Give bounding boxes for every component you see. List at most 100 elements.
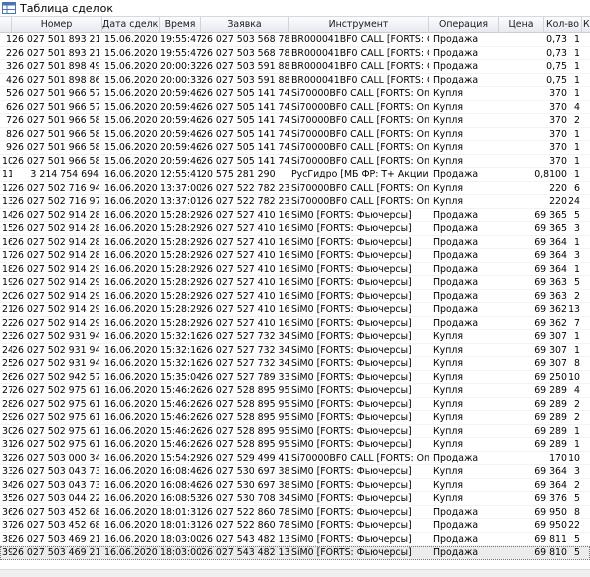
table-row[interactable]: 38 26 027 503 469 213 16.06.2020 18:03:00 26… <box>0 533 590 546</box>
table-row[interactable]: 10 26 027 501 966 589 15.06.2020 20:59:46 26… <box>0 155 590 168</box>
column-header-date[interactable]: Дата сделки <box>102 17 160 33</box>
trade-date-cell: 15.06.2020 <box>104 61 158 72</box>
table-row[interactable]: 3 26 027 501 898 499 15.06.2020 20:00:32 26 … <box>0 60 590 74</box>
instrument-cell: SiM0 [FORTS: Фьючерсы] <box>291 304 412 315</box>
order-number-cell: 26 027 527 410 168 <box>201 290 289 302</box>
table-row[interactable]: 16 26 027 502 914 288 16.06.2020 15:28:29 26… <box>0 236 590 249</box>
trade-time-cell: 15:46:26 <box>160 425 201 437</box>
instrument-cell: РусГидро [МБ ФР: Т+ Акции и Д <box>291 169 429 180</box>
column-header-extra[interactable]: К <box>582 17 590 33</box>
column-header-index[interactable] <box>0 17 12 33</box>
table-row[interactable]: 33 26 027 503 043 731 16.06.2020 16:08:46 26… <box>0 465 590 479</box>
trade-number-cell: 26 027 501 966 584 <box>12 128 99 140</box>
column-header-number[interactable]: Номер <box>12 17 102 33</box>
table-row[interactable]: 35 26 027 503 044 220 16.06.2020 16:08:53 26… <box>0 492 590 506</box>
order-number-cell: 26 027 505 141 746 <box>201 155 289 167</box>
row-index-cell: 16 <box>2 236 12 248</box>
trade-number-cell: 26 027 502 975 615 <box>12 425 99 437</box>
table-row[interactable]: 21 26 027 502 914 293 16.06.2020 15:28:29 26… <box>0 303 590 317</box>
row-index-cell: 10 <box>2 155 12 167</box>
table-row[interactable]: 30 26 027 502 975 615 16.06.2020 15:46:26 26… <box>0 425 590 438</box>
trade-number-cell: 26 027 502 716 947 <box>12 182 99 194</box>
price-cell: 170 <box>549 452 567 464</box>
operation-cell: Продажа <box>433 250 479 261</box>
instrument-cell: SiM0 [FORTS: Фьючерсы] <box>291 479 412 491</box>
trade-number-cell: 26 027 502 914 287 <box>12 223 99 234</box>
table-row[interactable]: 12 26 027 502 716 947 16.06.2020 13:37:00 26… <box>0 182 590 195</box>
price-cell: 370 <box>549 115 567 126</box>
trade-number-cell: 26 027 501 966 580 <box>12 115 99 126</box>
table-row[interactable]: 11 3 214 754 694 16.06.2020 12:55:41 20 575 … <box>0 168 590 182</box>
table-row[interactable]: 31 26 027 502 975 616 16.06.2020 15:46:26 26… <box>0 438 590 452</box>
trade-time-cell: 13:37:01 <box>160 196 201 207</box>
table-row[interactable]: 2 26 027 501 893 212 15.06.2020 19:55:47 26 … <box>0 47 590 60</box>
instrument-cell: SiM0 [FORTS: Фьючерсы] <box>291 506 412 518</box>
order-number-cell: 26 027 529 499 412 <box>201 452 289 464</box>
order-number-cell: 26 027 505 141 746 <box>201 88 289 99</box>
table-row[interactable]: 20 26 027 502 914 292 16.06.2020 15:28:29 26… <box>0 290 590 303</box>
table-row[interactable]: 29 26 027 502 975 614 16.06.2020 15:46:26 26… <box>0 411 590 425</box>
table-row[interactable]: 5 26 027 501 966 574 15.06.2020 20:59:46 26 … <box>0 87 590 101</box>
instrument-cell: Si70000BF0 CALL [FORTS: Опци <box>291 115 429 126</box>
table-row[interactable]: 8 26 027 501 966 584 15.06.2020 20:59:46 26 … <box>0 128 590 141</box>
table-row[interactable]: 36 26 027 503 452 682 16.06.2020 18:01:31 26… <box>0 506 590 519</box>
table-header: Номер Дата сделки Время Заявка Инструмен… <box>0 16 590 33</box>
table-row[interactable]: 23 26 027 502 931 945 16.06.2020 15:32:16 26… <box>0 330 590 344</box>
table-row[interactable]: 26 26 027 502 942 571 16.06.2020 15:35:04 26… <box>0 371 590 384</box>
operation-cell: Продажа <box>433 533 479 545</box>
table-row[interactable]: 14 26 027 502 914 286 16.06.2020 15:28:29 26… <box>0 209 590 222</box>
table-row[interactable]: 24 26 027 502 931 946 16.06.2020 15:32:16 26… <box>0 344 590 357</box>
trade-date-cell: 15.06.2020 <box>104 101 158 113</box>
trade-time-cell: 20:59:46 <box>160 88 201 99</box>
quantity-cell: 1 <box>574 236 580 248</box>
trade-date-cell: 16.06.2020 <box>104 358 158 369</box>
table-row[interactable]: 34 26 027 503 043 732 16.06.2020 16:08:46 26… <box>0 479 590 492</box>
column-header-operation[interactable]: Операция <box>429 17 499 33</box>
table-row[interactable]: 22 26 027 502 914 294 16.06.2020 15:28:29 26… <box>0 317 590 330</box>
table-row[interactable]: 28 26 027 502 975 613 16.06.2020 15:46:26 26… <box>0 398 590 411</box>
operation-cell: Купля <box>433 385 463 396</box>
table-row[interactable]: 15 26 027 502 914 287 16.06.2020 15:28:29 26… <box>0 222 590 236</box>
table-row[interactable]: 17 26 027 502 914 289 16.06.2020 15:28:29 26… <box>0 249 590 263</box>
table-row[interactable]: 4 26 027 501 898 865 15.06.2020 20:00:33 26 … <box>0 74 590 87</box>
order-number-cell: 26 027 528 895 950 <box>201 398 289 410</box>
instrument-cell: BR000041BF0 CALL [FORTS: Опц <box>291 47 429 59</box>
column-header-qty[interactable]: Кол-во <box>544 17 582 33</box>
column-header-instrument[interactable]: Инструмент <box>289 17 429 33</box>
table-row[interactable]: 25 26 027 502 931 947 16.06.2020 15:32:16 26… <box>0 357 590 371</box>
table-row[interactable]: 6 26 027 501 966 578 15.06.2020 20:59:46 26 … <box>0 101 590 114</box>
table-row[interactable]: 37 26 027 503 452 683 16.06.2020 18:01:31 26… <box>0 519 590 533</box>
table-row[interactable]: 32 26 027 503 000 348 16.06.2020 15:54:29 26… <box>0 452 590 465</box>
order-number-cell: 26 027 503 591 884 <box>201 74 289 86</box>
table-row[interactable]: 1 26 027 501 893 211 15.06.2020 19:55:47 26 … <box>0 33 590 47</box>
row-index-cell: 5 <box>6 88 12 99</box>
quantity-cell: 1 <box>574 61 580 72</box>
order-number-cell: 26 027 543 482 133 <box>201 533 289 545</box>
row-index-cell: 34 <box>2 479 12 491</box>
trade-number-cell: 26 027 502 975 612 <box>12 385 99 396</box>
instrument-cell: Si70000BF0 CALL [FORTS: Опци <box>291 128 429 140</box>
operation-cell: Продажа <box>433 74 479 86</box>
instrument-cell: Si70000BF0 CALL [FORTS: Опци <box>291 452 429 464</box>
row-index-cell: 9 <box>6 142 12 153</box>
order-number-cell: 26 027 505 141 746 <box>201 142 289 153</box>
column-header-price[interactable]: Цена <box>499 17 544 33</box>
order-number-cell: 26 027 505 141 746 <box>201 101 289 113</box>
instrument-cell: BR000041BF0 CALL [FORTS: Опц <box>291 74 429 86</box>
trade-number-cell: 26 027 503 043 732 <box>12 479 99 491</box>
table-row[interactable]: 18 26 027 502 914 290 16.06.2020 15:28:29 26… <box>0 263 590 276</box>
horizontal-scrollbar[interactable] <box>0 569 590 577</box>
table-row[interactable]: 39 26 027 503 469 214 16.06.2020 18:03:00 26… <box>0 546 590 560</box>
column-header-time[interactable]: Время <box>160 17 201 33</box>
table-row[interactable]: 27 26 027 502 975 612 16.06.2020 15:46:26 26… <box>0 384 590 398</box>
trade-time-cell: 18:01:31 <box>160 520 201 531</box>
operation-cell: Купля <box>433 493 463 504</box>
trade-number-cell: 26 027 502 975 616 <box>12 439 99 450</box>
table-row[interactable]: 7 26 027 501 966 580 15.06.2020 20:59:46 26 … <box>0 114 590 128</box>
instrument-cell: SiM0 [FORTS: Фьючерсы] <box>291 439 412 450</box>
table-row[interactable]: 19 26 027 502 914 291 16.06.2020 15:28:29 26… <box>0 276 590 290</box>
table-row[interactable]: 9 26 027 501 966 587 15.06.2020 20:59:46 26 … <box>0 141 590 155</box>
table-row[interactable]: 13 26 027 502 716 974 16.06.2020 13:37:01 26… <box>0 195 590 209</box>
column-header-order[interactable]: Заявка <box>201 17 289 33</box>
trade-date-cell: 15.06.2020 <box>104 88 158 99</box>
